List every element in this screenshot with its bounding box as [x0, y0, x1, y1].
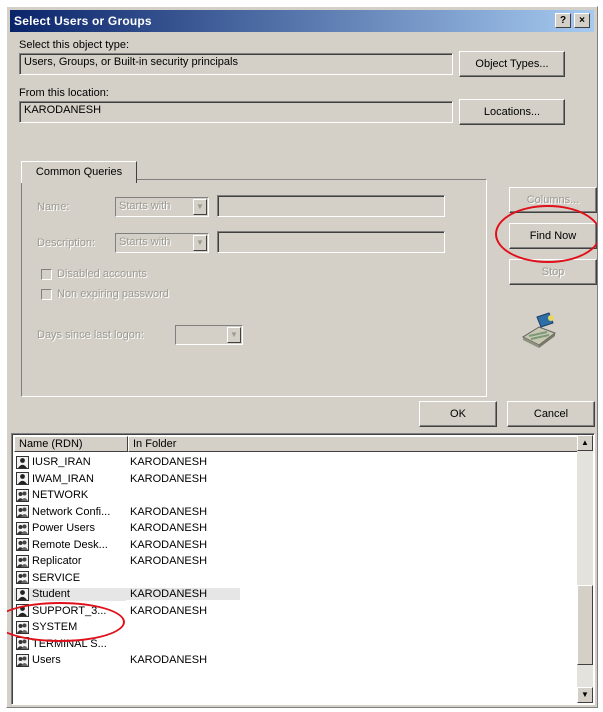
name-input[interactable] [217, 195, 445, 217]
description-mode-value: Starts with [119, 236, 171, 248]
list-item-folder: KARODANESH [130, 456, 208, 469]
list-item-name-cell: SERVICE [14, 571, 126, 585]
list-item[interactable]: NETWORK [14, 487, 580, 504]
list-item-name-cell: IUSR_IRAN [14, 455, 126, 469]
list-item-name-cell: IWAM_IRAN [14, 472, 126, 486]
list-item-name: Replicator [32, 555, 82, 568]
chevron-down-icon: ▼ [227, 327, 241, 343]
close-button[interactable]: × [574, 13, 590, 28]
find-now-highlight-ring [495, 205, 597, 263]
object-type-field: Users, Groups, or Built-in security prin… [19, 53, 453, 75]
list-item-name-cell: Power Users [14, 521, 126, 535]
list-item-name-cell: Users [14, 653, 126, 667]
list-item-folder: KARODANESH [130, 654, 208, 667]
select-users-dialog: Select Users or Groups ? × Select this o… [6, 6, 598, 708]
results-header: Name (RDN) In Folder [14, 436, 586, 452]
description-label: Description: [37, 237, 96, 249]
vertical-scrollbar[interactable]: ▲ ▼ [577, 435, 593, 703]
location-label: From this location: [19, 87, 109, 99]
window-title: Select Users or Groups [14, 14, 152, 28]
list-item[interactable]: SERVICE [14, 570, 580, 587]
stop-button[interactable]: Stop [509, 259, 597, 285]
list-item[interactable]: Network Confi... KARODANESH [14, 504, 580, 521]
description-input[interactable] [217, 231, 445, 253]
scroll-down-icon[interactable]: ▼ [577, 687, 593, 703]
list-item-name: Users [32, 654, 61, 667]
locations-button[interactable]: Locations... [459, 99, 565, 125]
group-icon [16, 653, 29, 667]
name-label: Name: [37, 201, 70, 213]
name-mode-value: Starts with [119, 200, 171, 212]
tab-common-queries[interactable]: Common Queries [21, 161, 137, 183]
name-mode-select[interactable]: Starts with ▼ [115, 197, 209, 217]
list-item[interactable]: Student KARODANESH [14, 586, 580, 603]
search-flashlight-icon [517, 311, 561, 351]
list-item-name-cell: Remote Desk... [14, 538, 126, 552]
user-icon [16, 455, 29, 469]
list-item-name: Network Confi... [32, 505, 111, 518]
disabled-accounts-label: Disabled accounts [57, 268, 147, 280]
user-icon [16, 472, 29, 486]
column-header-folder[interactable]: In Folder [128, 436, 586, 452]
user-icon [16, 587, 29, 601]
list-item-name-cell: Replicator [14, 554, 126, 568]
list-item-name-cell: Network Confi... [14, 505, 126, 519]
list-item-folder: KARODANESH [130, 538, 208, 551]
search-results-list[interactable]: Name (RDN) In Folder IUSR_IRAN KARODANESH… [11, 433, 595, 705]
title-bar[interactable]: Select Users or Groups ? × [10, 10, 594, 32]
group-icon [16, 505, 29, 519]
group-icon [16, 571, 29, 585]
days-since-logon-select[interactable]: ▼ [175, 325, 243, 345]
list-item[interactable]: IWAM_IRAN KARODANESH [14, 471, 580, 488]
list-item[interactable]: Users KARODANESH [14, 652, 580, 669]
list-item-folder: KARODANESH [130, 472, 208, 485]
list-item-name: IWAM_IRAN [32, 472, 94, 485]
list-item-folder: KARODANESH [130, 555, 208, 568]
object-type-label: Select this object type: [19, 39, 130, 51]
list-item-folder: KARODANESH [130, 522, 208, 535]
object-types-button[interactable]: Object Types... [459, 51, 565, 77]
list-item[interactable]: Power Users KARODANESH [14, 520, 580, 537]
list-item-folder: KARODANESH [130, 604, 208, 617]
non-expiring-checkbox[interactable] [41, 289, 52, 300]
ok-button[interactable]: OK [419, 401, 497, 427]
scroll-up-icon[interactable]: ▲ [577, 435, 593, 451]
list-item-name-cell: NETWORK [14, 488, 126, 502]
group-icon [16, 521, 29, 535]
list-item-folder: KARODANESH [126, 588, 240, 601]
list-item-name: SERVICE [32, 571, 81, 584]
group-icon [16, 538, 29, 552]
group-icon [16, 554, 29, 568]
list-item[interactable]: Replicator KARODANESH [14, 553, 580, 570]
list-item-name: Student [32, 588, 70, 601]
list-item-name: Power Users [32, 522, 95, 535]
list-item[interactable]: Remote Desk... KARODANESH [14, 537, 580, 554]
column-header-name[interactable]: Name (RDN) [14, 436, 128, 452]
list-item-name: Remote Desk... [32, 538, 108, 551]
non-expiring-label: Non expiring password [57, 288, 169, 300]
description-mode-select[interactable]: Starts with ▼ [115, 233, 209, 253]
chevron-down-icon: ▼ [193, 235, 207, 251]
list-item[interactable]: IUSR_IRAN KARODANESH [14, 454, 580, 471]
cancel-button[interactable]: Cancel [507, 401, 595, 427]
days-since-logon-label: Days since last logon: [37, 329, 144, 341]
list-item-name: NETWORK [32, 489, 89, 502]
location-field: KARODANESH [19, 101, 453, 123]
chevron-down-icon: ▼ [193, 199, 207, 215]
scroll-thumb[interactable] [577, 585, 593, 665]
help-button[interactable]: ? [555, 13, 571, 28]
list-item-folder: KARODANESH [130, 505, 208, 518]
list-item-name: IUSR_IRAN [32, 456, 91, 469]
disabled-accounts-checkbox[interactable] [41, 269, 52, 280]
list-item-name-cell: Student [14, 587, 126, 601]
group-icon [16, 488, 29, 502]
